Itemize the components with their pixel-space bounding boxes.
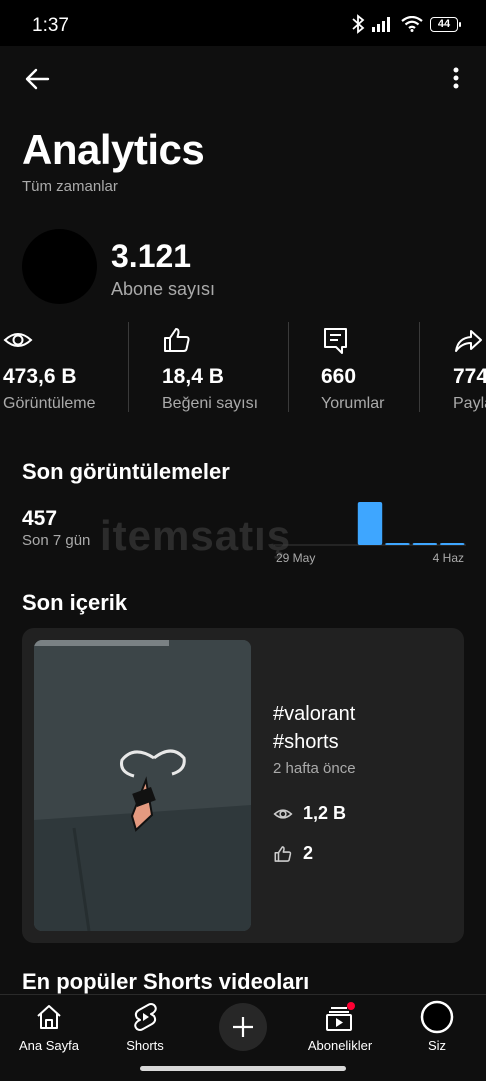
recent-views-chart[interactable]: 29 May 4 Haz bbox=[270, 495, 470, 570]
nav-subscriptions[interactable]: Abonelikler bbox=[292, 1000, 388, 1053]
stat-views[interactable]: 473,6 B Görüntüleme bbox=[3, 322, 123, 414]
likes-label: Beğeni sayısı bbox=[162, 395, 259, 412]
video-time: 2 hafta önce bbox=[273, 760, 356, 777]
comments-value: 660 bbox=[321, 365, 357, 388]
nav-subscriptions-label: Abonelikler bbox=[307, 1038, 373, 1053]
nav-home[interactable]: Ana Sayfa bbox=[1, 1000, 97, 1053]
back-arrow-icon[interactable] bbox=[22, 64, 52, 94]
plus-icon bbox=[233, 1017, 253, 1037]
comment-icon bbox=[324, 328, 347, 354]
divider bbox=[419, 322, 420, 412]
thumbs-up-icon bbox=[164, 328, 190, 352]
home-indicator[interactable] bbox=[140, 1066, 346, 1071]
nav-shorts[interactable]: Shorts bbox=[97, 1000, 193, 1053]
subscriptions-icon bbox=[326, 1002, 355, 1031]
chart-bar bbox=[412, 543, 438, 545]
status-icons: 44 bbox=[351, 14, 461, 34]
video-title-line2: #shorts bbox=[273, 731, 339, 753]
share-icon bbox=[455, 330, 482, 352]
chart-tick-label: 4 Haz bbox=[433, 551, 464, 565]
video-title[interactable]: #valorant #shorts bbox=[273, 700, 355, 756]
chart-tick-label: 29 May bbox=[276, 551, 315, 565]
recent-content-heading: Son içerik bbox=[22, 590, 128, 615]
recent-views-value: 457 bbox=[22, 507, 58, 530]
comments-label: Yorumlar bbox=[321, 395, 385, 412]
period-label: Tüm zamanlar bbox=[22, 178, 118, 195]
views-label: Görüntüleme bbox=[3, 395, 96, 412]
subscriber-count: 3.121 bbox=[111, 238, 192, 274]
likes-value: 18,4 B bbox=[162, 365, 224, 388]
stat-shares[interactable]: 774 Payla bbox=[453, 322, 486, 414]
eye-icon bbox=[273, 808, 293, 819]
eye-icon bbox=[3, 333, 33, 347]
thumbs-up-icon bbox=[274, 845, 292, 862]
views-value: 473,6 B bbox=[3, 365, 77, 388]
nav-home-label: Ana Sayfa bbox=[19, 1038, 79, 1053]
video-views: 1,2 B bbox=[273, 803, 346, 824]
divider bbox=[128, 322, 129, 412]
watermark: itemsatış bbox=[100, 512, 292, 559]
thumbnail-image bbox=[34, 640, 251, 931]
video-views-value: 1,2 B bbox=[303, 803, 347, 823]
chart-bar bbox=[440, 543, 465, 545]
channel-avatar bbox=[22, 229, 97, 304]
shares-label: Payla bbox=[453, 395, 486, 412]
video-likes: 2 bbox=[273, 843, 313, 864]
shorts-icon bbox=[134, 1003, 157, 1031]
profile-avatar-icon bbox=[420, 1000, 454, 1034]
chart-bar bbox=[385, 543, 410, 545]
video-title-line1: #valorant bbox=[273, 703, 356, 725]
recent-views-period: Son 7 gün bbox=[22, 532, 91, 549]
stat-likes[interactable]: 18,4 B Beğeni sayısı bbox=[162, 322, 282, 414]
wifi-icon bbox=[401, 16, 423, 32]
signal-icon bbox=[372, 17, 390, 32]
home-icon bbox=[37, 1005, 61, 1029]
page-title: Analytics bbox=[22, 126, 205, 173]
nav-shorts-label: Shorts bbox=[126, 1038, 164, 1053]
divider bbox=[288, 322, 289, 412]
video-likes-value: 2 bbox=[303, 843, 314, 863]
battery-icon: 44 bbox=[430, 16, 461, 32]
top-shorts-heading: En popüler Shorts videoları bbox=[22, 969, 310, 994]
video-thumbnail[interactable] bbox=[34, 640, 251, 931]
nav-you-label: Siz bbox=[427, 1038, 447, 1053]
shares-value: 774 bbox=[453, 365, 486, 388]
recent-views-heading: Son görüntülemeler bbox=[22, 459, 230, 484]
chart-bar bbox=[357, 502, 383, 545]
subscriber-label: Abone sayısı bbox=[111, 279, 216, 299]
nav-you[interactable]: Siz bbox=[389, 1000, 485, 1053]
bluetooth-icon bbox=[352, 14, 365, 34]
more-options-icon[interactable] bbox=[446, 64, 466, 94]
create-button[interactable] bbox=[219, 1003, 267, 1051]
stat-comments[interactable]: 660 Yorumlar bbox=[321, 322, 416, 414]
status-time: 1:37 bbox=[32, 15, 69, 36]
